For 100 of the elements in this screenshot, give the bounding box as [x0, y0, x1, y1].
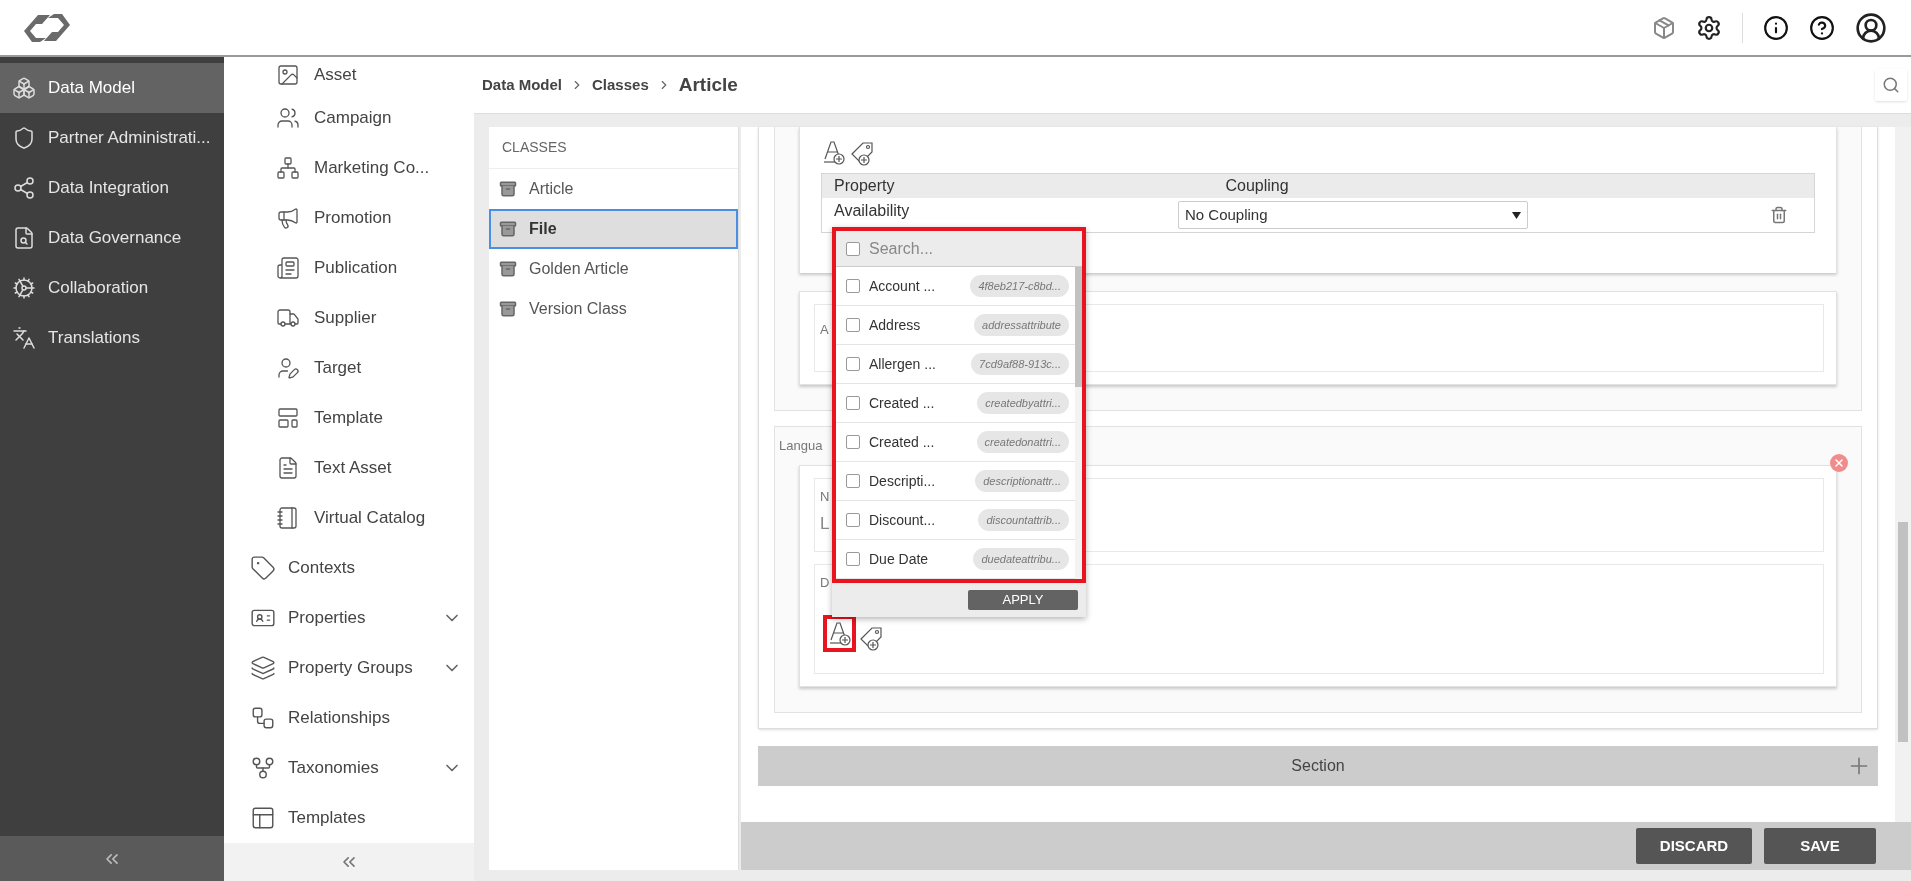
option-row[interactable]: Allergen ... 7cd9af88-913c... [836, 345, 1075, 384]
column-header: Property [833, 176, 896, 196]
breadcrumb-item: Article [678, 72, 738, 97]
class-nav-item[interactable]: Publication [224, 243, 474, 293]
class-nav-item[interactable]: Text Asset [224, 443, 474, 493]
option-row[interactable]: Account ... 4f8eb217-c8bd... [836, 267, 1075, 306]
option-row[interactable]: Due Date duedateattribu... [836, 540, 1075, 579]
caret-down-icon [1512, 211, 1521, 219]
coupling-select[interactable]: No Coupling [1178, 201, 1528, 229]
section-nav-item[interactable]: Templates [224, 793, 474, 843]
picture-icon [276, 63, 300, 87]
option-code-chip: createdonattri... [976, 431, 1069, 453]
user-pen-icon [276, 356, 300, 380]
apply-button[interactable]: APPLY [968, 590, 1078, 610]
option-label: Created ... [869, 432, 936, 452]
option-row[interactable]: Descripti... descriptionattr... [836, 462, 1075, 501]
field-value: L [820, 512, 830, 535]
save-button[interactable]: SAVE [1764, 828, 1876, 864]
trash-icon[interactable] [1770, 206, 1788, 224]
nav-item[interactable]: Data Integration [0, 163, 224, 213]
settings-icon[interactable] [1696, 14, 1722, 41]
discard-button[interactable]: DISCARD [1636, 828, 1752, 864]
class-item[interactable]: Version Class [489, 289, 738, 329]
option-checkbox[interactable] [846, 396, 860, 410]
search-field[interactable]: Search... [869, 236, 1049, 261]
class-item[interactable]: File [489, 209, 738, 249]
option-row[interactable]: Discount... discountattrib... [836, 501, 1075, 540]
help-icon[interactable] [1809, 14, 1835, 41]
class-nav-item[interactable]: Supplier [224, 293, 474, 343]
layout-icon [250, 805, 276, 831]
tree-icon [250, 755, 276, 781]
option-checkbox[interactable] [846, 552, 860, 566]
section-title: Section [1291, 756, 1345, 776]
section-nav-item[interactable]: Taxonomies [224, 743, 474, 793]
class-item[interactable]: Article [489, 169, 738, 209]
section-label: Langua [779, 437, 823, 456]
tag-plus-icon[interactable] [849, 139, 875, 167]
close-icon[interactable] [1830, 454, 1848, 472]
letter-plus-icon [823, 139, 845, 165]
class-nav-item[interactable]: Target [224, 343, 474, 393]
option-code-chip: descriptionattr... [975, 470, 1069, 492]
field-label: D [820, 574, 830, 592]
option-label: Created ... [869, 393, 936, 413]
section-nav-item[interactable]: Contexts [224, 543, 474, 593]
people-icon [276, 106, 300, 130]
column-header: Coupling [1224, 176, 1290, 196]
breadcrumb-item[interactable]: Classes [592, 73, 649, 97]
letter-plus-icon [828, 620, 851, 646]
table-cell-text: Availability [833, 201, 911, 221]
user-avatar-icon[interactable] [1855, 11, 1887, 44]
option-checkbox[interactable] [846, 513, 860, 527]
nav-item[interactable]: Translations [0, 313, 224, 363]
section-nav-item[interactable]: Property Groups [224, 643, 474, 693]
option-checkbox[interactable] [846, 357, 860, 371]
class-nav-item[interactable]: Promotion [224, 193, 474, 243]
field-label: A [820, 322, 829, 337]
option-code-chip: 7cd9af88-913c... [971, 353, 1069, 375]
archive-icon [499, 300, 517, 318]
publication-icon [276, 256, 300, 280]
truck-icon [276, 306, 300, 330]
scrollbar[interactable] [1895, 127, 1911, 822]
option-code-chip: createdbyattri... [977, 392, 1069, 414]
option-checkbox[interactable] [846, 474, 860, 488]
text-document-icon [276, 456, 300, 480]
select-all-checkbox[interactable] [846, 241, 860, 256]
option-row[interactable]: Address addressattribute [836, 306, 1075, 345]
nav-item[interactable]: Data Governance [0, 213, 224, 263]
package-icon[interactable] [1652, 15, 1676, 40]
option-checkbox[interactable] [846, 279, 860, 293]
translate-icon [12, 326, 36, 350]
option-label: Account ... [869, 276, 937, 296]
class-item[interactable]: Golden Article [489, 249, 738, 289]
nav-item[interactable]: Partner Administrati... [0, 113, 224, 163]
option-checkbox[interactable] [846, 318, 860, 332]
option-code-chip: 4f8eb217-c8bd... [970, 275, 1069, 297]
section-nav-item[interactable]: Properties [224, 593, 474, 643]
breadcrumb-item[interactable]: Data Model [482, 73, 562, 97]
cubes-icon [12, 76, 36, 100]
option-checkbox[interactable] [846, 435, 860, 449]
popup-scrollbar[interactable] [1075, 267, 1082, 579]
class-nav-item[interactable]: Marketing Co... [224, 143, 474, 193]
class-nav-item[interactable]: Template [224, 393, 474, 443]
search-button[interactable] [1875, 69, 1907, 101]
option-row[interactable]: Created ... createdbyattri... [836, 384, 1075, 423]
layers-icon [250, 655, 276, 681]
class-nav-item[interactable]: Asset [224, 57, 474, 93]
class-nav-item[interactable]: Virtual Catalog [224, 493, 474, 543]
nav-item[interactable]: Data Model [0, 63, 224, 113]
network-icon [276, 156, 300, 180]
option-row[interactable]: Created ... createdonattri... [836, 423, 1075, 462]
shield-icon [12, 126, 36, 150]
section-nav-item[interactable]: Relationships [224, 693, 474, 743]
option-label: Allergen ... [869, 354, 937, 374]
option-label: Due Date [869, 549, 930, 569]
option-code-chip: duedateattribu... [973, 548, 1069, 570]
nav-item[interactable]: Collaboration [0, 263, 224, 313]
info-icon[interactable] [1763, 14, 1789, 41]
class-nav-item[interactable]: Campaign [224, 93, 474, 143]
archive-icon [499, 180, 517, 198]
notebook-icon [276, 506, 300, 530]
